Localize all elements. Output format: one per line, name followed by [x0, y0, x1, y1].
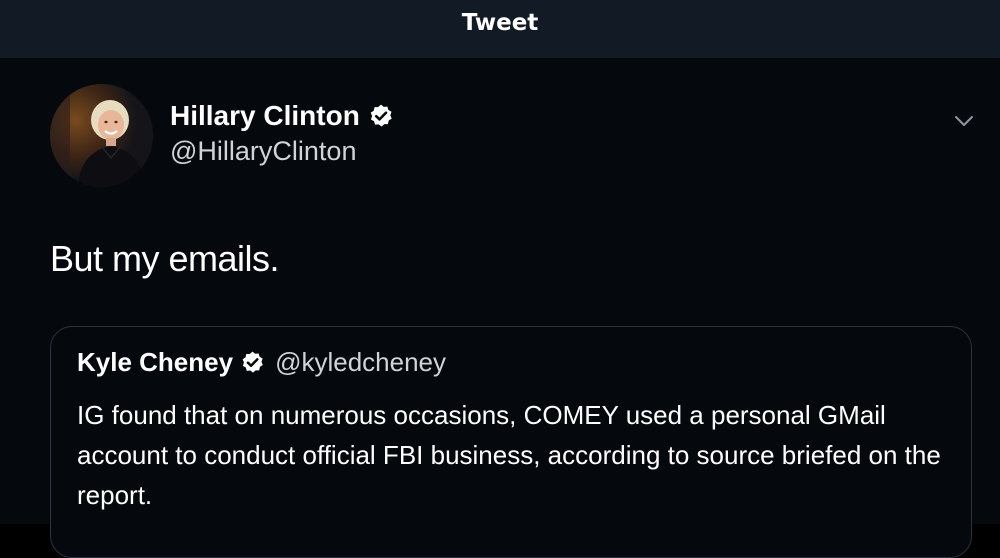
quoted-tweet-header: Kyle Cheney @kyledcheney	[77, 347, 446, 378]
verified-badge-icon	[242, 351, 263, 373]
author-name[interactable]: Hillary Clinton	[170, 100, 394, 132]
avatar-photo	[50, 84, 153, 187]
quoted-tweet-card[interactable]: Kyle Cheney @kyledcheney IG found that o…	[50, 326, 972, 558]
quoted-tweet-text: IG found that on numerous occasions, COM…	[77, 400, 941, 510]
tweet: Hillary Clinton @HillaryClinton But my e…	[0, 58, 1000, 558]
verified-badge-icon	[370, 104, 392, 127]
chevron-down-icon[interactable]	[952, 111, 976, 131]
avatar[interactable]	[50, 84, 153, 187]
quoted-author-name: Kyle Cheney	[77, 347, 234, 377]
page-title: Tweet	[461, 10, 539, 36]
top-bar: Tweet	[0, 0, 1000, 58]
author-name-text: Hillary Clinton	[170, 100, 360, 131]
quoted-author-handle: @kyledcheney	[275, 347, 447, 377]
tweet-text: But my emails.	[50, 238, 280, 279]
author-handle[interactable]: @HillaryClinton	[170, 136, 356, 167]
